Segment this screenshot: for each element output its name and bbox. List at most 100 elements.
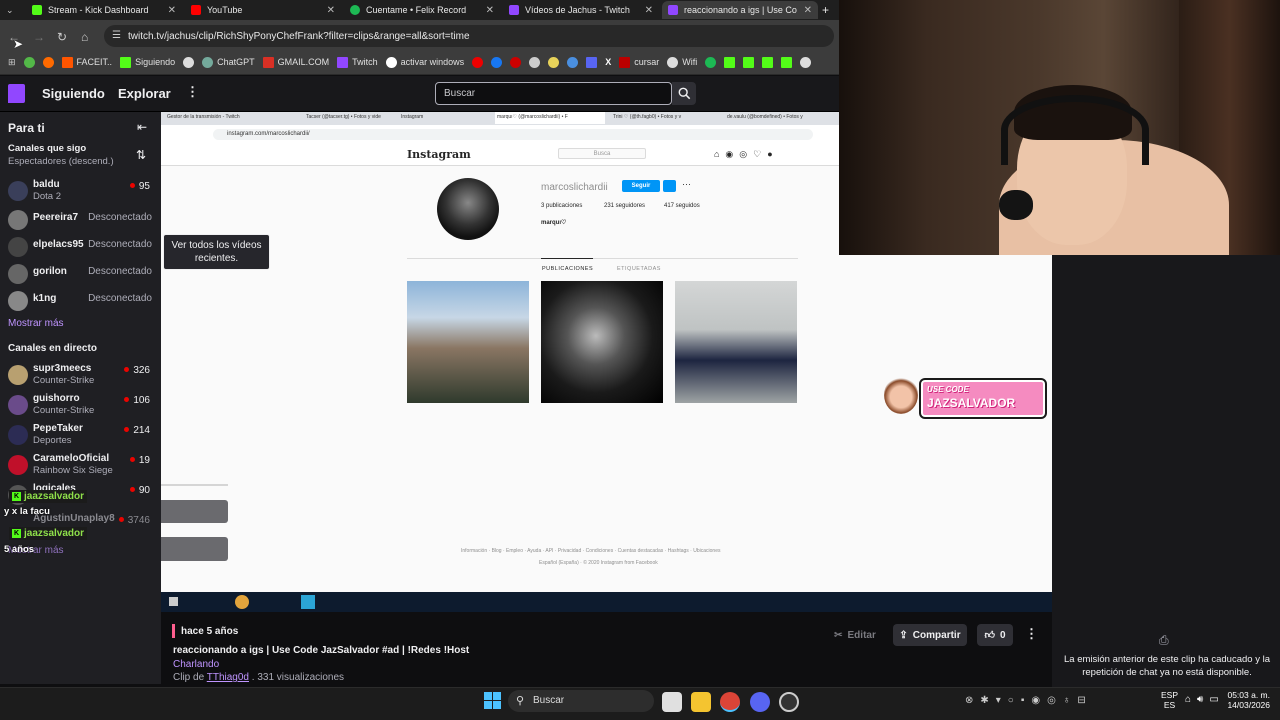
bookmark-icon[interactable] xyxy=(743,56,755,68)
offline-status: Desconectado xyxy=(88,212,152,223)
bookmark-icon[interactable] xyxy=(491,56,503,68)
clipper-link[interactable]: TThiag0d xyxy=(207,672,249,683)
live-channel[interactable]: PepeTaker Deportes 214 xyxy=(8,423,158,449)
bookmark-icon xyxy=(619,56,631,68)
followed-channel[interactable]: k1ng Desconectado xyxy=(8,289,158,315)
tab-list-button[interactable]: ⌄ xyxy=(4,1,20,19)
live-channel[interactable]: guishorro Counter-Strike 106 xyxy=(8,393,158,419)
bookmark-chatgpt[interactable]: ChatGPT xyxy=(202,56,255,68)
bookmark-icon[interactable] xyxy=(548,56,560,68)
nav-browse[interactable]: Explorar xyxy=(118,86,171,101)
bookmark-cursar[interactable]: cursar xyxy=(619,56,659,68)
clip-category-link[interactable]: Charlando xyxy=(173,659,219,670)
reload-icon[interactable]: ↻ xyxy=(57,30,67,44)
bookmark-icon[interactable] xyxy=(586,56,598,68)
overlay-button[interactable] xyxy=(161,500,228,523)
close-icon[interactable]: ✕ xyxy=(486,5,494,16)
live-channel[interactable]: CarameloOficial Rainbow Six Siege 19 xyxy=(8,453,158,479)
search-button[interactable] xyxy=(672,82,696,105)
bookmark-faceit[interactable]: FACEIT.. xyxy=(61,56,112,68)
discord-icon[interactable] xyxy=(750,692,770,712)
video-inner-tab: Trini ♡ (@th.fagb0) • Fotos y v xyxy=(613,114,682,120)
chrome-icon[interactable] xyxy=(720,692,740,712)
bookmark-icon[interactable] xyxy=(800,56,812,68)
followed-channel[interactable]: baldu Dota 2 95 xyxy=(8,179,158,205)
bookmark-icon[interactable] xyxy=(510,56,522,68)
promo-small-text: USE CODE xyxy=(927,385,969,394)
close-icon[interactable]: ✕ xyxy=(804,5,812,16)
bookmark-icon[interactable] xyxy=(183,56,195,68)
twitch-icon xyxy=(337,56,349,68)
video-instagram-followers-count: 231 seguidores xyxy=(604,203,646,209)
bookmark-icon[interactable] xyxy=(472,56,484,68)
sort-icon[interactable]: ⇅ xyxy=(136,148,146,162)
bookmark-icon[interactable] xyxy=(529,56,541,68)
channel-game: Dota 2 xyxy=(33,191,61,202)
followed-channel[interactable]: Peereira7 Desconectado xyxy=(8,208,158,234)
address-bar[interactable]: ☰ twitch.tv/jachus/clip/RichShyPonyChefF… xyxy=(104,25,834,47)
tab-kick-dashboard[interactable]: Stream - Kick Dashboard ✕ xyxy=(26,1,182,19)
scissors-icon: ✂ xyxy=(834,629,843,641)
bookmark-icon[interactable] xyxy=(567,56,579,68)
headset-icon xyxy=(1001,95,1149,165)
microphone-icon xyxy=(999,190,1033,220)
bookmark-wifi[interactable]: Wifi xyxy=(667,56,697,68)
followed-channel[interactable]: gorilon Desconectado xyxy=(8,262,158,288)
apps-icon[interactable]: ⊞ xyxy=(8,57,16,68)
viewer-count: 90 xyxy=(130,485,150,496)
forward-arrow-icon[interactable]: → xyxy=(33,30,45,44)
bookmark-icon[interactable] xyxy=(23,56,35,68)
channel-name: CarameloOficial xyxy=(33,453,110,464)
language-indicator[interactable]: ESP ES xyxy=(1161,690,1178,710)
video-instagram-post-thumbnail xyxy=(675,281,797,403)
avatar xyxy=(8,395,28,415)
bookmark-icon[interactable] xyxy=(42,56,54,68)
tab-current-clip[interactable]: reaccionando a igs | Use Co ✕ xyxy=(662,1,818,19)
taskbar-app-icon[interactable] xyxy=(662,692,682,712)
edit-button[interactable]: ✂ Editar xyxy=(825,624,885,646)
bookmark-twitch[interactable]: Twitch xyxy=(337,56,378,68)
overlay-button[interactable] xyxy=(161,537,228,561)
x-icon[interactable]: X xyxy=(605,57,611,67)
share-button[interactable]: ⇪ Compartir xyxy=(893,624,967,646)
bookmark-icon[interactable] xyxy=(781,56,793,68)
twitch-logo-icon[interactable] xyxy=(8,84,25,103)
nav-following[interactable]: Siguiendo xyxy=(42,86,105,101)
avatar xyxy=(8,365,28,385)
bookmark-siguiendo[interactable]: Siguiendo xyxy=(120,56,175,68)
bookmark-icon[interactable] xyxy=(724,56,736,68)
file-explorer-icon[interactable] xyxy=(691,692,711,712)
video-instagram-follow-button: Seguir xyxy=(622,180,660,192)
search-input[interactable]: Buscar xyxy=(435,82,672,105)
chat-overlay-message: y x la facu xyxy=(4,506,50,517)
bookmark-activar-windows[interactable]: activar windows xyxy=(385,56,464,68)
search-icon: ⚲ xyxy=(516,695,525,707)
bookmark-icon[interactable] xyxy=(705,56,717,68)
windows-start-icon[interactable] xyxy=(484,692,501,709)
bookmark-gmail[interactable]: GMAIL.COM xyxy=(262,56,329,68)
bookmark-icon[interactable] xyxy=(762,56,774,68)
live-channel[interactable]: supr3meecs Counter-Strike 326 xyxy=(8,363,158,389)
close-icon[interactable]: ✕ xyxy=(645,5,653,16)
taskbar-search[interactable]: ⚲ Buscar xyxy=(508,690,654,712)
followed-channel[interactable]: elpelacs95 Desconectado xyxy=(8,235,158,261)
tab-spotify[interactable]: Cuentame • Felix Record ✕ xyxy=(344,1,500,19)
system-tray-icons[interactable]: ⊗✱▾○▪◉◎♁⊟ xyxy=(965,695,1093,706)
site-info-icon[interactable]: ☰ xyxy=(112,30,121,41)
more-options-icon[interactable]: ⋮ xyxy=(186,84,199,100)
show-more-link[interactable]: Mostrar más xyxy=(8,318,64,329)
close-icon[interactable]: ✕ xyxy=(327,5,335,16)
clock[interactable]: 05:03 a. m. 14/03/2026 xyxy=(1218,690,1270,710)
home-icon[interactable]: ⌂ xyxy=(81,30,88,44)
close-icon[interactable]: ✕ xyxy=(168,5,176,16)
more-options-icon[interactable]: ⋮ xyxy=(1025,626,1038,642)
tab-youtube[interactable]: YouTube ✕ xyxy=(185,1,341,19)
offline-status: Desconectado xyxy=(88,239,152,250)
clip-age: hace 5 años xyxy=(181,626,239,637)
steam-icon[interactable] xyxy=(779,692,799,712)
collapse-sidebar-icon[interactable]: ⇤ xyxy=(137,120,147,134)
tab-twitch-videos[interactable]: Vídeos de Jachus - Twitch ✕ xyxy=(503,1,659,19)
new-tab-button[interactable]: + xyxy=(822,1,836,19)
like-button[interactable]: 👍︎ 0 xyxy=(977,624,1013,646)
channel-game: Deportes xyxy=(33,435,72,446)
